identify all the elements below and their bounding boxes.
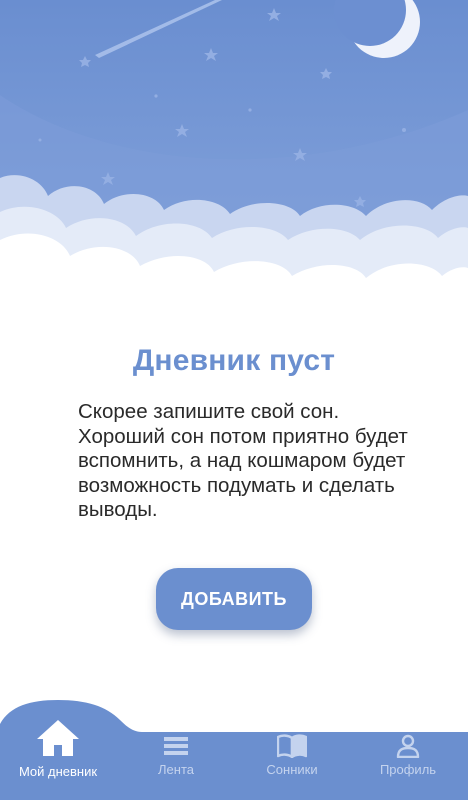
empty-state-description: Скорее запишите свой сон. Хороший сон по…	[78, 400, 408, 521]
feed-icon	[164, 737, 188, 755]
nav-item-dream-books[interactable]: Сонники	[242, 734, 342, 800]
add-entry-button[interactable]: ДОБАВИТЬ	[156, 568, 312, 630]
nav-item-feed[interactable]: Лента	[126, 734, 226, 800]
bottom-navigation: Мой дневник Лента Сонники Профиль	[0, 690, 468, 800]
home-icon	[37, 720, 79, 756]
nav-item-label: Сонники	[266, 762, 318, 777]
nav-item-profile[interactable]: Профиль	[358, 734, 458, 800]
nav-item-label: Лента	[158, 762, 194, 777]
profile-icon	[396, 734, 420, 758]
nav-item-my-diary[interactable]: Мой дневник	[8, 718, 108, 784]
night-sky-header	[0, 0, 468, 310]
night-sky-illustration	[0, 0, 468, 310]
book-icon	[277, 734, 307, 758]
nav-item-label: Мой дневник	[18, 764, 98, 779]
nav-item-label: Профиль	[379, 762, 437, 777]
empty-state-title: Дневник пуст	[132, 344, 336, 377]
